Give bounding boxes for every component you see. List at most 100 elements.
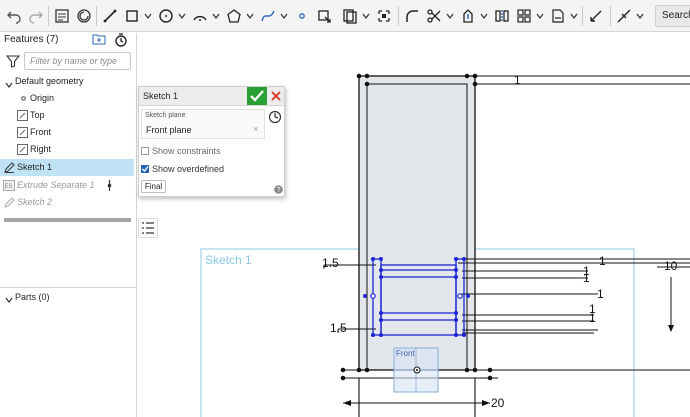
tree-item-sketch-1[interactable]: Sketch 1 [0, 159, 134, 176]
dimension-label[interactable]: 10 [664, 259, 677, 273]
sketch-plane-label: Sketch plane [145, 112, 186, 119]
extrude-icon[interactable] [74, 6, 94, 26]
sketch-list-icon[interactable] [138, 218, 158, 238]
show-overdefined-checkbox[interactable] [141, 165, 149, 173]
parts-section[interactable]: Parts (0) [0, 289, 134, 305]
toolbar-separator [96, 6, 97, 26]
sketch-plane-field[interactable]: Sketch plane Front plane × [141, 109, 265, 139]
spline-icon[interactable] [258, 6, 278, 26]
accept-button[interactable] [247, 87, 267, 105]
filter-icon[interactable] [5, 54, 21, 68]
arc-icon[interactable] [190, 6, 210, 26]
use-icon[interactable] [314, 6, 334, 26]
transform-icon[interactable] [458, 6, 478, 26]
sketch-icon[interactable] [52, 6, 72, 26]
tree-item-origin[interactable]: Origin [0, 90, 134, 107]
svg-text:?: ? [277, 187, 281, 194]
rollback-bar-icon[interactable] [104, 180, 115, 191]
offset-icon[interactable] [340, 6, 360, 26]
show-constraints-label: Show constraints [152, 146, 221, 156]
add-folder-icon[interactable] [92, 33, 106, 45]
dimension-label[interactable]: 1 [589, 311, 596, 325]
sketch-point [457, 293, 463, 299]
chevron-down-icon[interactable] [246, 12, 254, 20]
dimension-label[interactable]: 1 [583, 271, 590, 285]
dimension-label[interactable]: 1.5 [330, 321, 347, 335]
chevron-down-icon[interactable] [636, 12, 644, 20]
show-constraints-option[interactable]: Show constraints [141, 144, 281, 158]
tree-default-geometry[interactable]: Default geometry [0, 73, 134, 90]
chevron-down-icon[interactable] [480, 12, 488, 20]
view-normal-icon[interactable] [268, 110, 282, 124]
plane-icon [17, 110, 28, 121]
show-constraints-checkbox[interactable] [141, 147, 149, 155]
svg-import-icon[interactable] [548, 6, 568, 26]
front-view-label[interactable]: Front [396, 349, 415, 358]
dimension-extension [458, 258, 690, 334]
feature-panel: Features (7) Default geometry [0, 33, 137, 417]
fillet-icon[interactable] [402, 6, 422, 26]
chevron-down-icon[interactable] [178, 12, 186, 20]
chevron-down-icon[interactable] [144, 12, 152, 20]
toolbar: Search [0, 0, 690, 32]
chevron-down-icon[interactable] [5, 293, 13, 303]
chevron-down-icon[interactable] [446, 12, 454, 20]
chevron-down-icon[interactable] [5, 78, 13, 88]
show-overdefined-option[interactable]: Show overdefined [141, 162, 281, 176]
tree-item-sketch-2[interactable]: Sketch 2 [0, 194, 134, 211]
pattern-icon[interactable] [514, 6, 534, 26]
origin-marker-dot [416, 369, 418, 371]
tree-item-extrude[interactable]: ES Extrude Separate 1 [0, 177, 134, 194]
help-icon[interactable]: ? [274, 185, 283, 194]
dimension-label[interactable]: 1 [514, 73, 521, 87]
dimension-label[interactable]: 1.5 [322, 256, 339, 270]
construction-icon[interactable] [614, 6, 634, 26]
dimension-label[interactable]: 20 [491, 396, 504, 410]
undo-icon[interactable] [4, 6, 24, 26]
search-button[interactable]: Search [655, 5, 690, 27]
close-icon [271, 91, 281, 101]
polygon-icon[interactable] [224, 6, 244, 26]
final-button[interactable]: Final [141, 180, 166, 193]
plane-label: Sketch 1 [205, 253, 252, 267]
dimension-label[interactable]: 1 [599, 254, 606, 268]
constraint-icon[interactable] [374, 6, 394, 26]
sketch-dialog: Sketch 1 Sketch plane Front plane × Show… [138, 86, 285, 197]
filter-input[interactable] [24, 52, 131, 70]
features-title: Features (7) [4, 34, 59, 45]
dimension-icon[interactable] [586, 6, 606, 26]
cancel-button[interactable] [269, 89, 283, 103]
tree-item-label: Sketch 2 [17, 197, 53, 207]
dialog-title: Sketch 1 [143, 91, 179, 101]
rollback-bar[interactable] [4, 218, 131, 222]
chevron-down-icon[interactable] [570, 12, 578, 20]
tree-item-top[interactable]: Top [0, 107, 134, 124]
tree-item-label: Sketch 1 [17, 162, 53, 172]
circle-icon[interactable] [156, 6, 176, 26]
point-icon[interactable] [292, 6, 312, 26]
mirror-icon[interactable] [492, 6, 512, 26]
history-icon[interactable] [114, 33, 128, 47]
sketch-pencil-icon [4, 162, 15, 173]
tree-item-right[interactable]: Right [0, 141, 134, 158]
checkmark-icon [142, 166, 149, 172]
rectangle-icon[interactable] [122, 6, 142, 26]
toolbar-separator [48, 6, 49, 26]
sketch-plane-value: Front plane [146, 125, 192, 135]
trim-icon[interactable] [424, 6, 444, 26]
toolbar-separator [398, 6, 399, 26]
plane-icon [17, 144, 28, 155]
tree-item-front[interactable]: Front [0, 124, 134, 141]
chevron-down-icon[interactable] [280, 12, 288, 20]
tree-item-label: Top [30, 110, 45, 120]
filter-row [5, 52, 131, 70]
chevron-down-icon[interactable] [362, 12, 370, 20]
chevron-down-icon[interactable] [536, 12, 544, 20]
cad-window: Search Features (7) Default geometry [0, 0, 690, 417]
default-geometry-label: Default geometry [15, 76, 84, 86]
dimension-label[interactable]: 1 [597, 287, 604, 301]
clear-selection-button[interactable]: × [253, 124, 258, 134]
line-icon[interactable] [100, 6, 120, 26]
chevron-down-icon[interactable] [212, 12, 220, 20]
redo-icon[interactable] [26, 6, 46, 26]
